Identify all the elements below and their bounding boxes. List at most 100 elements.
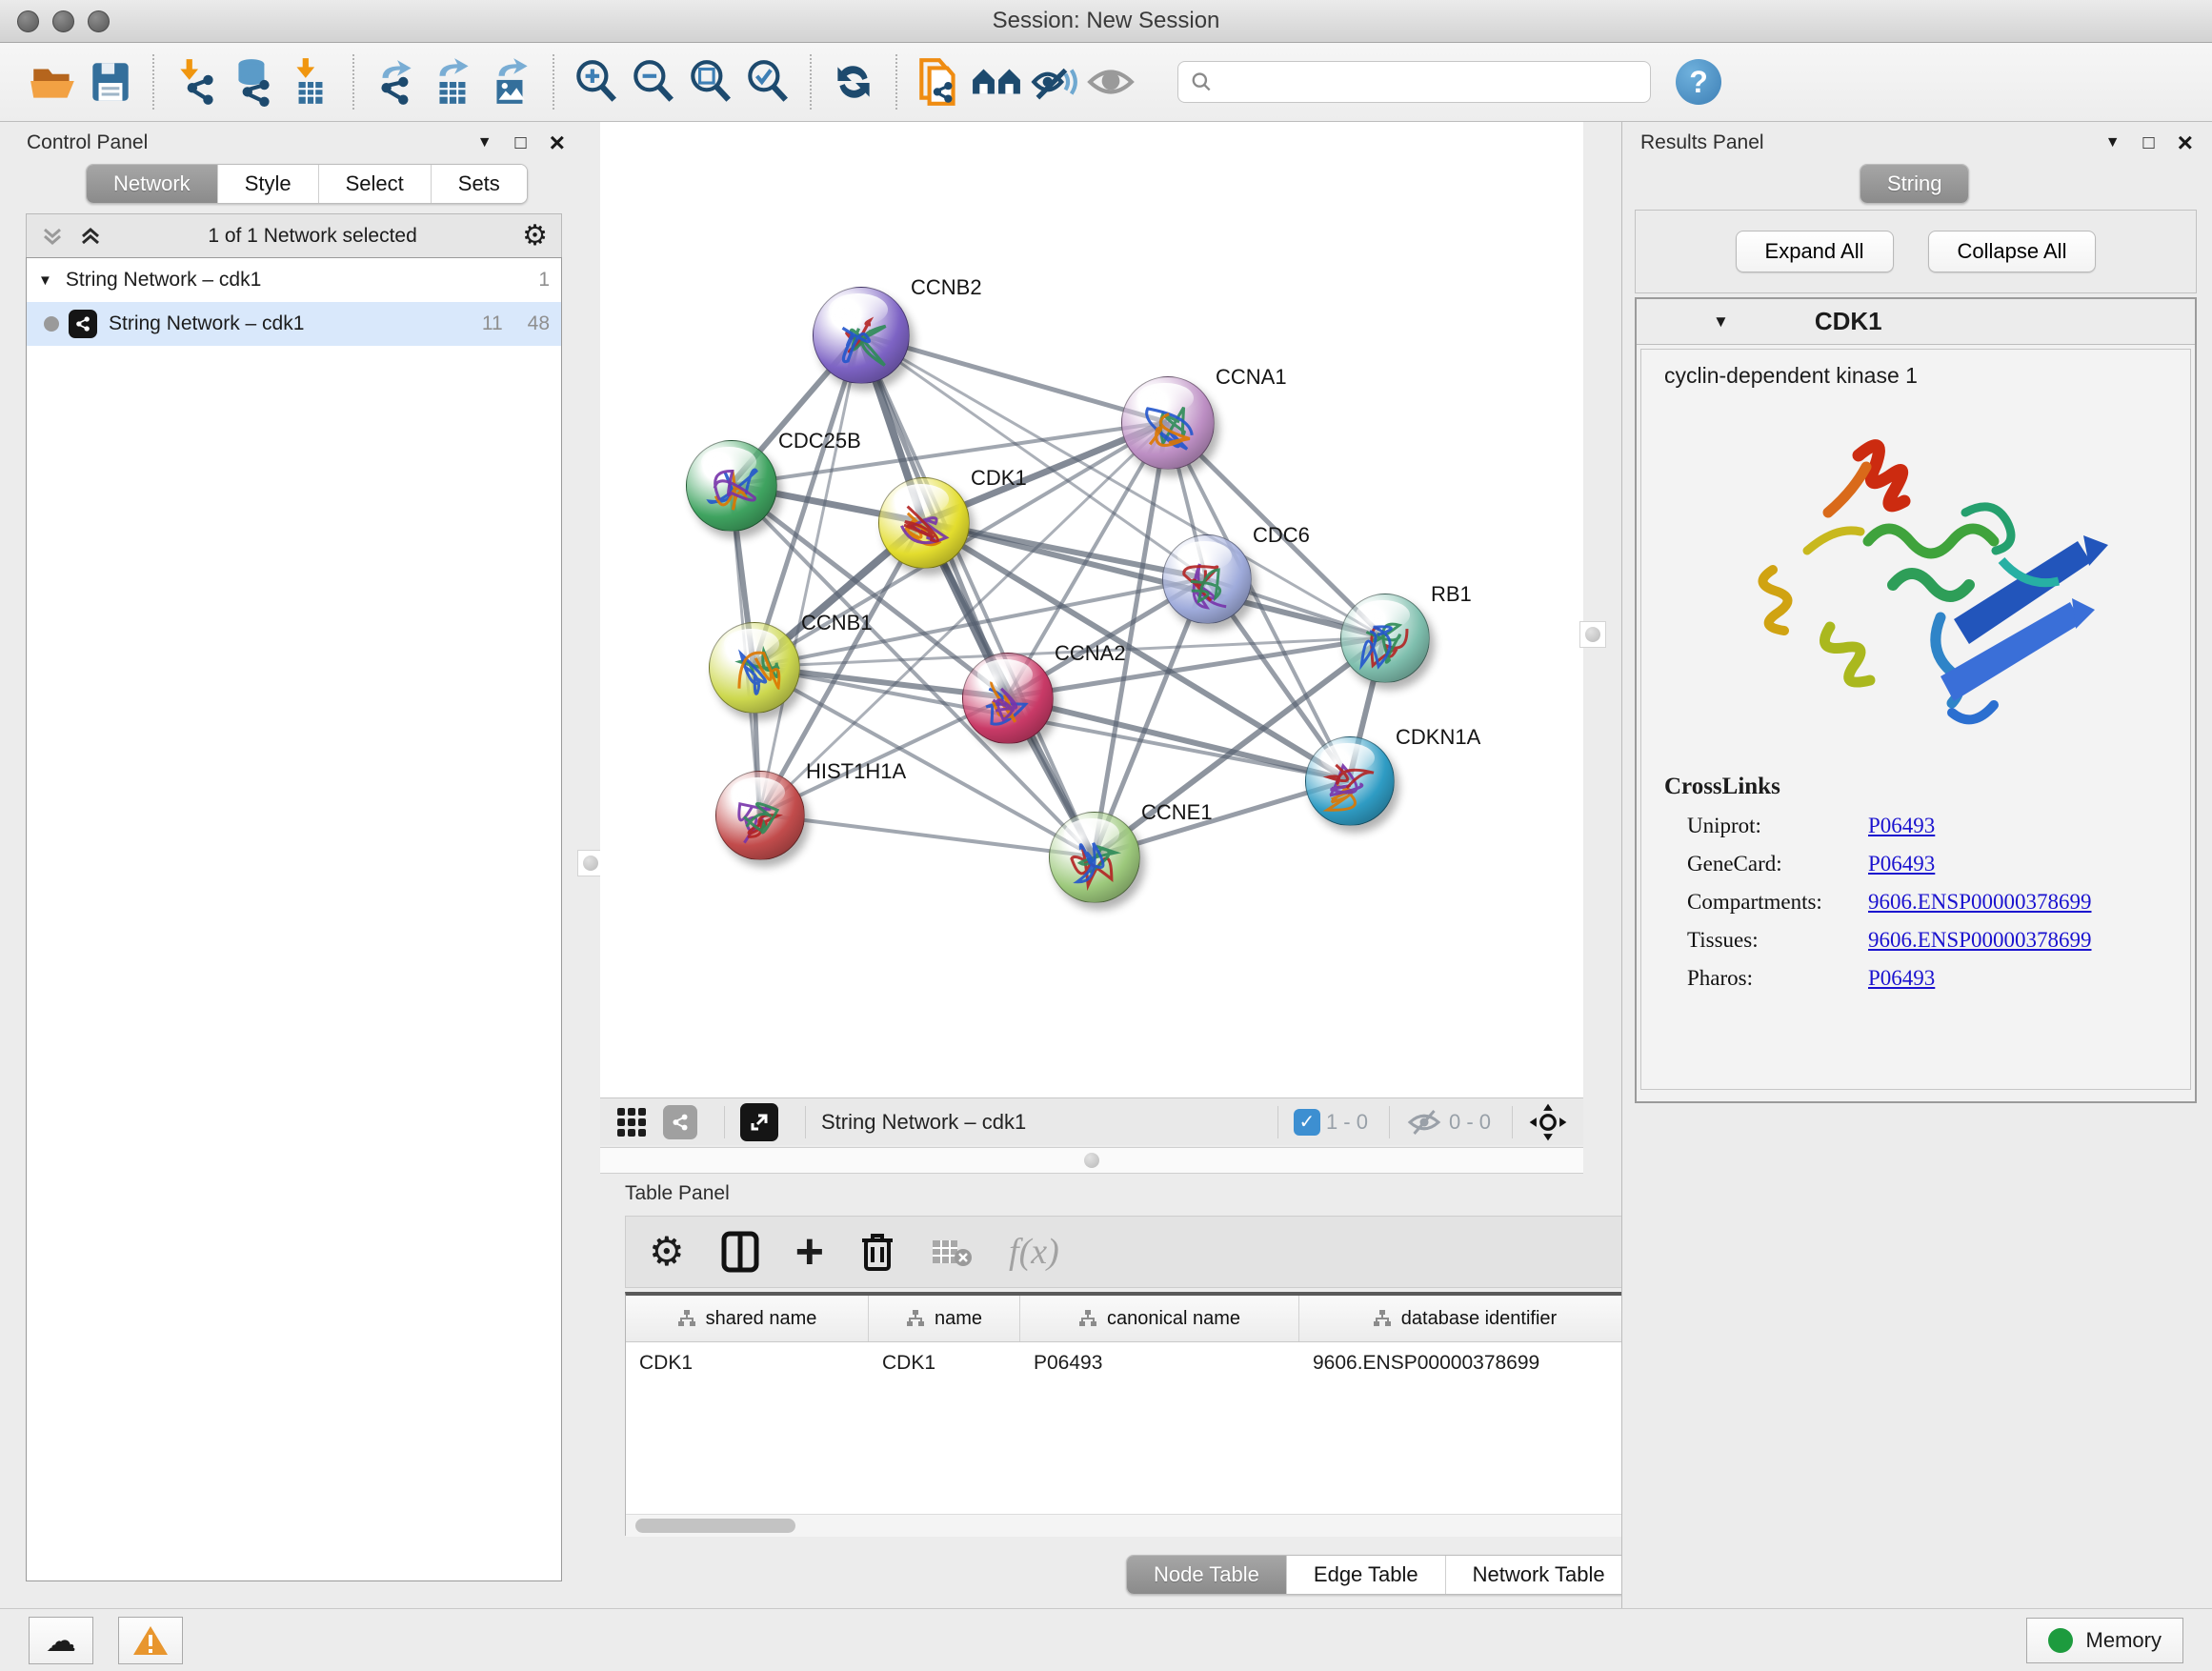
network-options-gear-icon[interactable]: ⚙ xyxy=(522,227,548,246)
import-string-file-button[interactable] xyxy=(911,53,968,111)
collapse-panel-icon[interactable]: ▼ xyxy=(2105,134,2121,151)
delete-table-icon-disabled xyxy=(931,1235,973,1269)
network-canvas[interactable]: CCNB2CCNA1CDC25BCDK1CDC6RB1CCNB1CCNA2CDK… xyxy=(600,122,1583,1097)
crosslink-value-link[interactable]: 9606.ENSP00000378699 xyxy=(1868,928,2092,953)
zoom-out-button[interactable] xyxy=(625,53,682,111)
export-table-button[interactable] xyxy=(425,53,482,111)
table-panel-title: Table Panel xyxy=(625,1182,730,1205)
node-structure-thumbnail xyxy=(1175,552,1240,617)
string-view-icon[interactable] xyxy=(663,1105,697,1139)
show-graphics-details-button[interactable] xyxy=(1082,53,1139,111)
zoom-selected-button[interactable] xyxy=(739,53,796,111)
close-panel-icon[interactable]: × xyxy=(550,133,565,152)
entry-expander-icon[interactable]: ▼ xyxy=(1713,312,1729,332)
edge-HIST1H1A-CCNE1[interactable] xyxy=(759,815,1094,856)
tab-network[interactable]: Network xyxy=(87,165,218,203)
network-collection-row[interactable]: ▼ String Network – cdk1 1 xyxy=(27,258,561,302)
open-in-window-icon[interactable] xyxy=(740,1103,778,1141)
right-splitter-handle[interactable] xyxy=(1579,621,1606,648)
crosslink-value-link[interactable]: 9606.ENSP00000378699 xyxy=(1868,890,2092,915)
birds-eye-view-icon[interactable] xyxy=(1528,1102,1568,1142)
tab-network-table[interactable]: Network Table xyxy=(1446,1556,1632,1594)
crosslink-value-link[interactable]: P06493 xyxy=(1868,814,1935,838)
expand-all-icon[interactable] xyxy=(78,224,103,249)
node-structure-thumbnail xyxy=(891,494,958,562)
hidden-eye-icon[interactable] xyxy=(1405,1108,1443,1137)
export-image-button[interactable] xyxy=(482,53,539,111)
network-node-CCNB2[interactable] xyxy=(813,287,910,384)
network-node-RB1[interactable] xyxy=(1340,594,1430,683)
column-header-shared-name[interactable]: shared name xyxy=(626,1296,869,1341)
zoom-in-button[interactable] xyxy=(568,53,625,111)
help-button[interactable]: ? xyxy=(1676,59,1721,105)
tab-node-table[interactable]: Node Table xyxy=(1127,1556,1287,1594)
crosslink-label: Pharos: xyxy=(1687,966,1868,991)
network-node-CDC6[interactable] xyxy=(1162,534,1252,624)
export-network-button[interactable] xyxy=(368,53,425,111)
network-node-CDK1[interactable] xyxy=(878,477,970,569)
scrollbar-thumb[interactable] xyxy=(635,1519,795,1533)
delete-column-trash-icon[interactable] xyxy=(860,1231,895,1273)
application-window: Session: New Session xyxy=(0,0,2212,1671)
save-session-button[interactable] xyxy=(82,53,139,111)
network-node-HIST1H1A[interactable] xyxy=(715,771,805,860)
crosslinks-list: Uniprot:P06493GeneCard:P06493Compartment… xyxy=(1687,814,2167,991)
crosslink-value-link[interactable]: P06493 xyxy=(1868,966,1935,991)
column-header-canonical-name[interactable]: canonical name xyxy=(1020,1296,1299,1341)
network-node-CCNA2[interactable] xyxy=(962,653,1054,744)
import-network-database-button[interactable] xyxy=(225,53,282,111)
import-table-file-button[interactable] xyxy=(282,53,339,111)
network-node-CCNA1[interactable] xyxy=(1121,376,1215,470)
tab-select[interactable]: Select xyxy=(319,165,432,203)
float-panel-icon[interactable]: □ xyxy=(2143,132,2155,154)
table-cell[interactable]: CDK1 xyxy=(869,1342,1020,1375)
toolbar-separator xyxy=(895,54,897,110)
protein-structure-image xyxy=(1716,398,2116,760)
collapse-all-button[interactable]: Collapse All xyxy=(1928,231,2097,272)
network-list: ▼ String Network – cdk1 1 String Network… xyxy=(26,257,562,1581)
table-cell[interactable]: 9606.ENSP00000378699 xyxy=(1299,1342,1631,1375)
refresh-button[interactable] xyxy=(825,53,882,111)
float-panel-icon[interactable]: □ xyxy=(515,132,527,154)
import-network-file-button[interactable] xyxy=(168,53,225,111)
tab-edge-table[interactable]: Edge Table xyxy=(1287,1556,1446,1594)
tree-expander-icon[interactable]: ▼ xyxy=(38,272,52,289)
close-panel-icon[interactable]: × xyxy=(2178,133,2193,152)
horizontal-splitter[interactable] xyxy=(600,1147,1583,1174)
first-neighbors-button[interactable] xyxy=(968,53,1025,111)
column-header-database-identifier[interactable]: database identifier xyxy=(1299,1296,1631,1341)
zoom-fit-button[interactable] xyxy=(682,53,739,111)
hide-details-eye-icon xyxy=(1028,56,1079,108)
column-type-icon xyxy=(677,1309,696,1328)
column-header-name[interactable]: name xyxy=(869,1296,1020,1341)
expand-all-button[interactable]: Expand All xyxy=(1736,231,1894,272)
import-table-icon xyxy=(285,56,336,108)
open-session-button[interactable] xyxy=(25,53,82,111)
warnings-button[interactable] xyxy=(118,1617,183,1664)
table-cell[interactable]: P06493 xyxy=(1020,1342,1299,1375)
memory-button[interactable]: Memory xyxy=(2026,1618,2183,1663)
result-entry-header[interactable]: ▼ CDK1 xyxy=(1637,299,2195,345)
crosslink-value-link[interactable]: P06493 xyxy=(1868,852,1935,876)
collapse-panel-icon[interactable]: ▼ xyxy=(477,134,493,151)
add-column-icon[interactable]: + xyxy=(795,1238,824,1266)
show-columns-icon[interactable] xyxy=(721,1231,759,1273)
network-row[interactable]: String Network – cdk1 11 48 xyxy=(27,302,561,346)
node-label-CCNB2: CCNB2 xyxy=(911,275,982,300)
network-node-CCNE1[interactable] xyxy=(1049,812,1140,903)
network-node-CDC25B[interactable] xyxy=(686,440,777,532)
cloud-status-button[interactable]: ☁ xyxy=(29,1617,93,1664)
network-node-CDKN1A[interactable] xyxy=(1305,736,1395,826)
node-structure-thumbnail xyxy=(1061,829,1129,896)
table-cell[interactable]: CDK1 xyxy=(626,1342,869,1375)
hide-graphics-details-button[interactable] xyxy=(1025,53,1082,111)
selected-checkbox-icon[interactable]: ✓ xyxy=(1294,1109,1320,1136)
search-input[interactable] xyxy=(1213,69,1639,95)
network-node-CCNB1[interactable] xyxy=(709,622,800,714)
collapse-all-icon[interactable] xyxy=(40,224,65,249)
grid-view-icon[interactable] xyxy=(615,1106,648,1138)
tab-style[interactable]: Style xyxy=(218,165,319,203)
tab-sets[interactable]: Sets xyxy=(432,165,527,203)
tab-string[interactable]: String xyxy=(1860,165,1968,203)
table-options-gear-icon[interactable]: ⚙ xyxy=(649,1238,685,1266)
